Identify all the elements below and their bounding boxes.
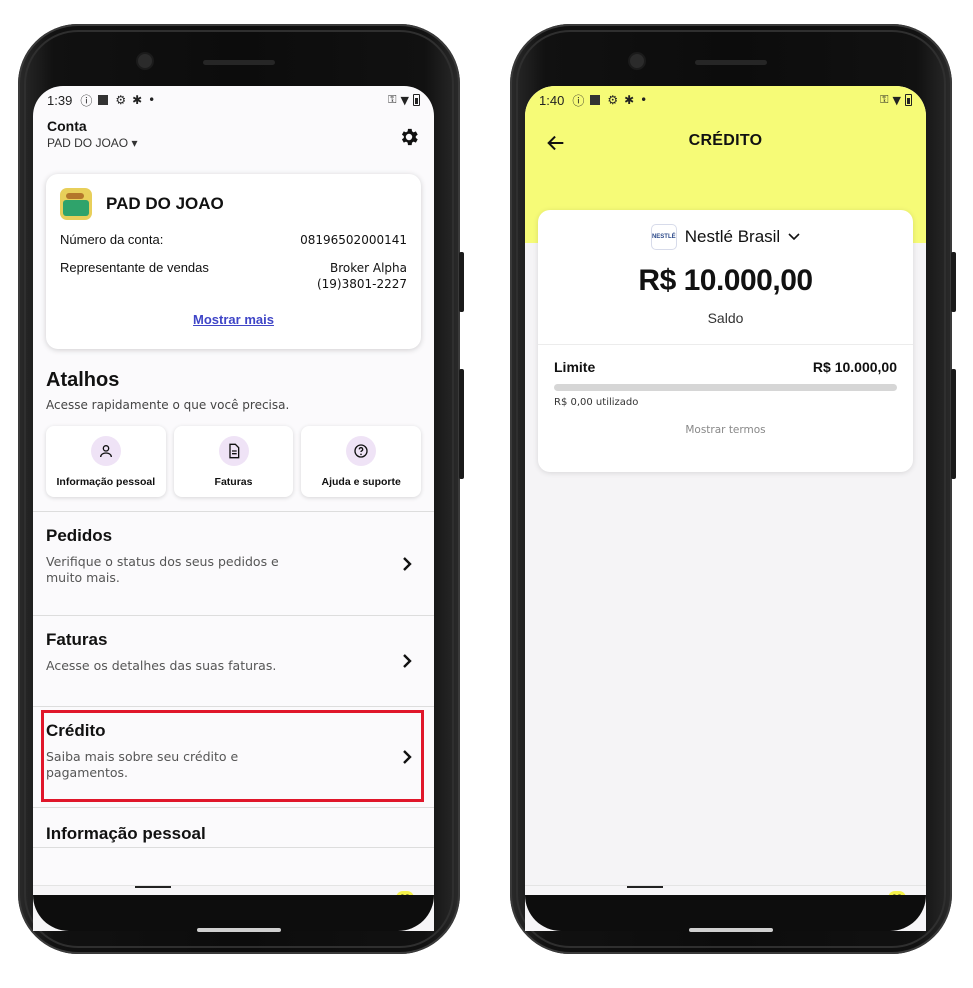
menu-item-credit[interactable]: Crédito Saiba mais sobre seu crédito e p…	[33, 707, 434, 808]
brand-selector[interactable]: NESTLÉ Nestlé Brasil	[538, 224, 913, 250]
phone-frame-right: 1:40 ⓘ ⚙ ✱ • ⚿ ▼ CRÉDITO NESTLÉ Nestlé B…	[510, 24, 956, 954]
account-header: Conta PAD DO JOAO ▾	[33, 114, 434, 166]
show-terms-link[interactable]: Mostrar termos	[538, 424, 913, 436]
home-gesture-bar[interactable]	[197, 928, 281, 932]
shortcut-label: Ajuda e suporte	[321, 475, 401, 488]
android-icon: ✱	[624, 93, 635, 107]
status-time: 1:39	[47, 92, 73, 108]
brand-name: Nestlé Brasil	[684, 227, 781, 246]
sales-rep-value: Broker Alpha (19)3801-2227	[317, 260, 407, 292]
key-icon: ⚿	[880, 93, 889, 106]
menu-item-personal-info[interactable]: Informação pessoal	[33, 808, 434, 848]
menu-subtitle: Verifique o status dos seus pedidos e mu…	[46, 554, 279, 585]
notification-icon	[590, 95, 601, 105]
shortcut-label: Faturas	[214, 475, 253, 488]
notification-icon	[98, 95, 109, 105]
sales-rep-row: Representante de vendas Broker Alpha (19…	[60, 260, 407, 292]
account-number-value: 08196502000141	[300, 233, 407, 247]
account-screen: 1:39 ⓘ ⚙ ✱ • ⚿ ▼ Conta PAD DO JOAO ▾ PAD…	[33, 86, 434, 931]
power-button	[951, 252, 956, 312]
person-icon	[90, 435, 121, 466]
account-number-row: Número da conta: 08196502000141	[60, 232, 407, 248]
brand-logo: NESTLÉ	[650, 224, 677, 250]
home-gesture-bar[interactable]	[689, 928, 773, 932]
account-menu: Pedidos Verifique o status dos seus pedi…	[33, 511, 434, 848]
page-title: CRÉDITO	[688, 132, 763, 149]
store-logo	[60, 188, 92, 220]
front-camera	[630, 54, 644, 68]
battery-icon	[413, 94, 420, 106]
chevron-right-icon	[403, 556, 412, 571]
dot-icon: •	[148, 93, 156, 107]
chevron-down-icon	[788, 233, 800, 241]
info-icon: ⓘ	[80, 93, 93, 108]
wifi-icon: ▼	[400, 93, 409, 107]
document-icon	[218, 435, 249, 466]
menu-subtitle: Saiba mais sobre seu crédito e pagamento…	[46, 749, 239, 780]
credit-balance: R$ 10.000,00	[638, 264, 813, 297]
status-time: 1:40	[539, 92, 565, 108]
power-button	[459, 252, 464, 312]
wifi-icon: ▼	[892, 93, 901, 107]
status-bar: 1:39 ⓘ ⚙ ✱ • ⚿ ▼	[33, 86, 434, 114]
credit-screen: 1:40 ⓘ ⚙ ✱ • ⚿ ▼ CRÉDITO NESTLÉ Nestlé B…	[525, 86, 926, 931]
phone-chin	[33, 895, 434, 931]
dot-icon: •	[640, 93, 648, 107]
sales-rep-name: Broker Alpha	[329, 261, 407, 275]
menu-subtitle: Acesse os detalhes das suas faturas.	[46, 658, 277, 673]
menu-title: Pedidos	[46, 526, 113, 545]
account-selector[interactable]: PAD DO JOAO ▾	[47, 136, 420, 150]
settings-status-icon: ⚙	[115, 93, 127, 107]
account-number-label: Número da conta:	[60, 232, 164, 247]
volume-button	[951, 369, 956, 479]
store-name: PAD DO JOAO	[106, 194, 224, 213]
info-icon: ⓘ	[572, 93, 585, 108]
menu-title: Crédito	[46, 721, 106, 740]
shortcut-help[interactable]: Ajuda e suporte	[301, 426, 422, 497]
store-card: PAD DO JOAO Número da conta: 08196502000…	[46, 174, 421, 349]
earpiece-speaker	[695, 60, 767, 65]
account-label: Conta	[47, 118, 87, 134]
shortcut-personal-info[interactable]: Informação pessoal	[46, 426, 166, 497]
earpiece-speaker	[203, 60, 275, 65]
gear-icon[interactable]	[398, 126, 420, 148]
show-more-link[interactable]: Mostrar mais	[60, 312, 407, 327]
shortcut-label: Informação pessoal	[56, 475, 156, 488]
shortcut-invoices[interactable]: Faturas	[173, 426, 294, 497]
key-icon: ⚿	[388, 93, 397, 106]
chevron-right-icon	[403, 750, 412, 764]
used-amount: R$ 0,00 utilizado	[554, 397, 639, 408]
shortcuts-section: Atalhos Acesse rapidamente o que você pr…	[33, 349, 434, 497]
menu-item-invoices[interactable]: Faturas Acesse os detalhes das suas fatu…	[33, 616, 434, 707]
menu-item-orders[interactable]: Pedidos Verifique o status dos seus pedi…	[33, 512, 434, 616]
shortcuts-subtitle: Acesse rapidamente o que você precisa.	[46, 398, 290, 412]
android-icon: ✱	[132, 93, 143, 107]
menu-title: Informação pessoal	[46, 824, 206, 843]
sales-rep-label: Representante de vendas	[60, 260, 209, 275]
status-bar: 1:40 ⓘ ⚙ ✱ • ⚿ ▼	[525, 86, 926, 114]
balance-label: Saldo	[707, 310, 744, 326]
divider	[538, 344, 913, 345]
settings-status-icon: ⚙	[607, 93, 619, 107]
volume-button	[459, 369, 464, 479]
limit-label: Limite	[554, 359, 596, 375]
sales-rep-phone: (19)3801-2227	[316, 277, 407, 291]
phone-frame-left: 1:39 ⓘ ⚙ ✱ • ⚿ ▼ Conta PAD DO JOAO ▾ PAD…	[18, 24, 464, 954]
help-icon	[346, 435, 377, 466]
menu-title: Faturas	[46, 630, 108, 649]
chevron-right-icon	[403, 654, 412, 668]
credit-card: NESTLÉ Nestlé Brasil R$ 10.000,00 Saldo …	[538, 210, 913, 472]
limit-row: Limite R$ 10.000,00	[538, 359, 913, 375]
limit-progress-bar	[554, 384, 897, 391]
front-camera	[138, 54, 152, 68]
battery-icon	[905, 94, 912, 106]
shortcuts-title: Atalhos	[46, 369, 120, 391]
limit-value: R$ 10.000,00	[812, 359, 897, 375]
phone-chin	[525, 895, 926, 931]
